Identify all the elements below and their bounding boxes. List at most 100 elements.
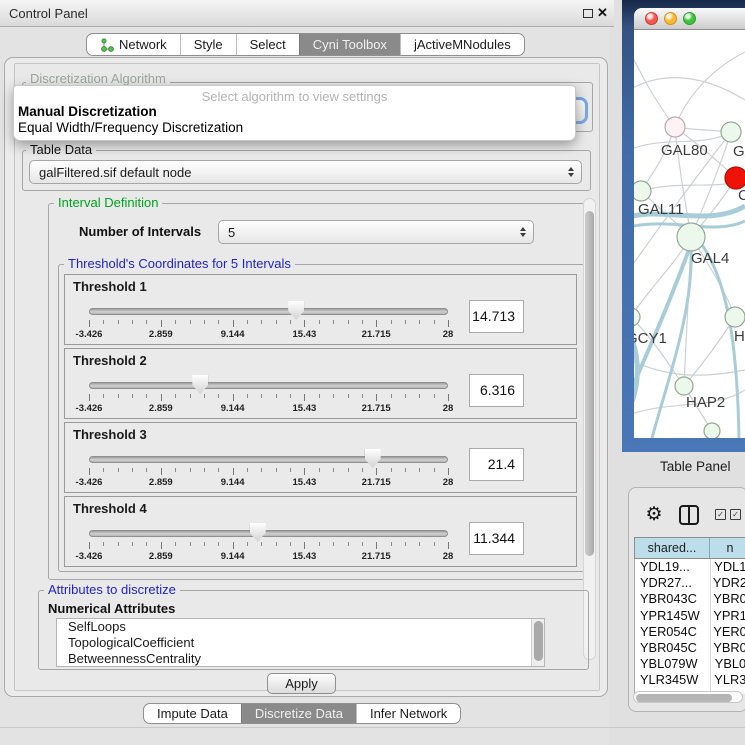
close-icon[interactable]: ✕ [597,5,608,21]
threshold-slider-track[interactable] [89,308,448,315]
network-node-ga[interactable] [721,122,741,142]
slider-tick [132,468,133,472]
apply-button[interactable]: Apply [267,673,336,694]
table-cell[interactable]: YDR27... [635,575,708,591]
network-node-label: C [738,187,745,204]
network-node-gcy1[interactable] [634,308,640,326]
threshold-value-field[interactable]: 14.713 [469,300,524,333]
table-row[interactable]: YLR345WYLR3 [635,672,745,688]
tab-impute-data[interactable]: Impute Data [144,704,241,723]
table-cell[interactable]: YLR345W [635,672,709,688]
table-cell[interactable]: YDL19... [635,559,709,575]
threshold-value-field[interactable]: 6.316 [469,374,524,407]
table-cell[interactable]: YPR1 [708,608,745,624]
tab-network[interactable]: Network [87,34,180,55]
attributes-list-scrollbar[interactable] [531,619,544,666]
table-cell[interactable]: YER0 [708,624,745,640]
table-cell[interactable]: YBR0 [708,591,745,607]
threshold-slider-thumb[interactable] [250,523,266,542]
threshold-slider-track[interactable] [89,456,448,463]
table-cell[interactable]: YPR145W [635,608,708,624]
gear-icon[interactable]: ⚙ [644,503,664,525]
threshold-value-field[interactable]: 21.4 [469,448,524,481]
table-row[interactable]: YER054CYER0 [635,624,745,640]
table-cell[interactable]: YBL079W [635,656,710,672]
tab-discretize-data[interactable]: Discretize Data [241,704,356,723]
checkbox-icon[interactable]: ✓ [715,509,726,520]
slider-tick [319,542,320,546]
slider-tick-label: 15.43 [293,477,317,488]
threshold-value-field[interactable]: 11.344 [469,522,524,555]
table-cell[interactable]: YBR045C [635,640,708,656]
table-cell[interactable]: YBR0 [708,640,745,656]
table-row[interactable]: YBL079WYBL0 [635,656,745,672]
attributes-scrollbar-thumb[interactable] [534,621,543,661]
table-cell[interactable]: YDR2 [708,575,745,591]
table-row[interactable]: YBR043CYBR0 [635,591,745,607]
table-row[interactable]: YDL19...YDL1 [635,559,745,575]
threshold-slider-thumb[interactable] [192,375,208,394]
tab-style[interactable]: Style [180,34,236,55]
network-node-hap2[interactable] [675,377,693,395]
network-node-gal80[interactable] [665,117,685,137]
table-row[interactable]: YPR145WYPR1 [635,608,745,624]
attributes-group-title: Attributes to discretize [44,583,180,597]
column-header-name[interactable]: n [710,538,745,558]
threshold-slider-thumb[interactable] [365,449,381,468]
threshold-slider-thumb[interactable] [288,301,304,320]
close-traffic-light-icon[interactable] [645,12,658,25]
slider-tick [247,468,248,472]
network-node-gal4[interactable] [677,223,705,251]
table-cell[interactable]: YDL1 [709,559,745,575]
table-row[interactable]: YBR045CYBR0 [635,640,745,656]
table-cell[interactable]: YLR3 [709,672,745,688]
attribute-list-item[interactable]: BetweennessCentrality [57,651,544,667]
network-node-h[interactable] [725,307,745,327]
slider-tick [304,394,305,401]
threshold-slider-track[interactable] [89,530,448,537]
table-data-combobox[interactable]: galFiltered.sif default node [29,160,582,184]
tab-infer-network[interactable]: Infer Network [356,704,460,723]
network-node[interactable] [704,423,720,438]
slider-tick [290,320,291,324]
attribute-list-item[interactable]: TopologicalCoefficient [57,635,544,651]
network-canvas[interactable]: GAL80GACGAL11GAL4GCY1HHAP2 [634,30,745,438]
dropdown-option[interactable]: Equal Width/Frequency Discretization [14,120,575,136]
table-row[interactable]: YDR27...YDR2 [635,575,745,591]
table-data-title: Table Data [26,143,96,157]
numerical-attributes-list[interactable]: SelfLoopsTopologicalCoefficientBetweenne… [56,618,545,667]
tab-cyni-toolbox[interactable]: Cyni Toolbox [299,34,400,55]
table-cell[interactable]: YBR043C [635,591,708,607]
threshold-slider-track[interactable] [89,382,448,389]
network-node-gal11[interactable] [634,181,651,201]
slider-tick [376,542,377,549]
attribute-list-item[interactable]: SelfLoops [57,619,544,635]
slider-tick [362,468,363,472]
float-panel-icon[interactable] [583,9,593,18]
slider-tick [233,542,234,549]
number-of-intervals-combobox[interactable]: 5 [218,220,534,244]
minimize-traffic-light-icon[interactable] [664,12,677,25]
table-body[interactable]: YDL19...YDL1YDR27...YDR2YBR043CYBR0YPR14… [634,559,745,694]
tab-select[interactable]: Select [236,34,299,55]
table-hscrollbar-thumb[interactable] [636,694,732,702]
slider-tick [434,542,435,546]
slider-tick [175,542,176,546]
checkbox-icon[interactable]: ✓ [730,509,741,520]
dropdown-option[interactable]: Manual Discretization [14,104,575,120]
slider-tick-label: 21.715 [362,477,391,488]
tab-jactivemnodules[interactable]: jActiveMNodules [400,34,524,55]
zoom-traffic-light-icon[interactable] [683,12,696,25]
slider-tick [190,320,191,324]
network-window-titlebar[interactable] [634,8,745,30]
table-data-value: galFiltered.sif default node [39,165,191,180]
table-horizontal-scrollbar[interactable] [633,691,743,703]
table-cell[interactable]: YER054C [635,624,708,640]
column-header-shared-name[interactable]: shared... [635,538,710,558]
table-cell[interactable]: YBL0 [710,656,745,672]
split-view-icon[interactable] [679,505,699,525]
main-scrollbar-thumb[interactable] [585,211,594,556]
slider-tick [434,468,435,472]
network-node-c[interactable] [725,167,745,189]
slider-tick [319,468,320,472]
